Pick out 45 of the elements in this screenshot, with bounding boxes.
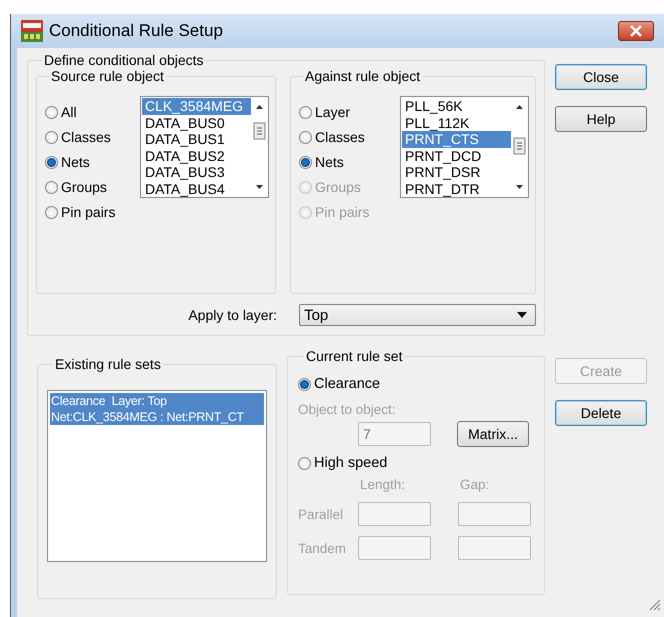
radio-button[interactable]: Nets bbox=[45, 152, 90, 172]
radio-button[interactable]: Nets bbox=[299, 152, 344, 172]
group-title: Against rule object bbox=[304, 68, 422, 84]
window-title: Conditional Rule Setup bbox=[49, 21, 223, 41]
dialog-button[interactable]: Delete bbox=[555, 400, 647, 426]
list-item[interactable]: PRNT_CTS bbox=[402, 131, 511, 148]
list-item[interactable]: DATA_BUS0 bbox=[142, 114, 251, 131]
matrix-button[interactable]: Matrix... bbox=[457, 421, 529, 447]
list-item[interactable]: PRNT_DSR bbox=[402, 164, 511, 180]
radio-button[interactable]: Layer bbox=[299, 102, 350, 122]
close-button[interactable] bbox=[618, 21, 654, 41]
close-icon bbox=[629, 25, 643, 37]
app-icon bbox=[21, 20, 43, 42]
list-item[interactable]: Clearance Layer: Top Net:CLK_3584MEG : Net:PRNT_CT bbox=[50, 393, 264, 425]
radio-button[interactable]: Clearance bbox=[298, 374, 380, 394]
column-label: Gap: bbox=[459, 477, 490, 492]
group-title: Current rule set bbox=[305, 348, 404, 364]
dialog-button[interactable]: Help bbox=[555, 106, 647, 132]
list-item[interactable]: PLL_112K bbox=[402, 114, 511, 131]
list-item[interactable]: CLK_3584MEG bbox=[142, 98, 251, 114]
list-item[interactable]: PRNT_DTR bbox=[402, 180, 511, 197]
row-label: Tandem bbox=[298, 540, 348, 556]
list-item[interactable]: DATA_BUS4 bbox=[142, 180, 251, 197]
list-item[interactable]: DATA_BUS3 bbox=[142, 164, 251, 180]
group-title: Source rule object bbox=[50, 68, 165, 84]
list-item[interactable]: PRNT_DCD bbox=[402, 148, 511, 164]
list-item[interactable]: DATA_BUS1 bbox=[142, 131, 251, 148]
radio-button[interactable]: Groups bbox=[45, 177, 107, 197]
row-label: Parallel bbox=[298, 506, 344, 522]
field-label: Object to object: bbox=[298, 402, 397, 417]
radio-button[interactable]: Classes bbox=[45, 127, 111, 147]
caret-icon bbox=[517, 312, 527, 318]
layer-dropdown[interactable]: Top bbox=[299, 304, 536, 326]
radio-button[interactable]: All bbox=[45, 102, 77, 122]
resize-grip-icon bbox=[647, 597, 661, 611]
group-title: Define conditional objects bbox=[43, 52, 205, 68]
radio-button[interactable]: Classes bbox=[299, 127, 365, 147]
radio-button[interactable]: Pin pairs bbox=[45, 202, 116, 222]
column-label: Length: bbox=[359, 477, 406, 492]
field-label: Apply to layer: bbox=[187, 307, 278, 323]
list-item[interactable]: PLL_56K bbox=[402, 98, 511, 114]
list-item[interactable]: DATA_BUS2 bbox=[142, 148, 251, 164]
radio-button[interactable]: High speed bbox=[298, 453, 388, 473]
dialog-button[interactable]: Close bbox=[555, 64, 647, 90]
group-title: Existing rule sets bbox=[54, 356, 162, 372]
